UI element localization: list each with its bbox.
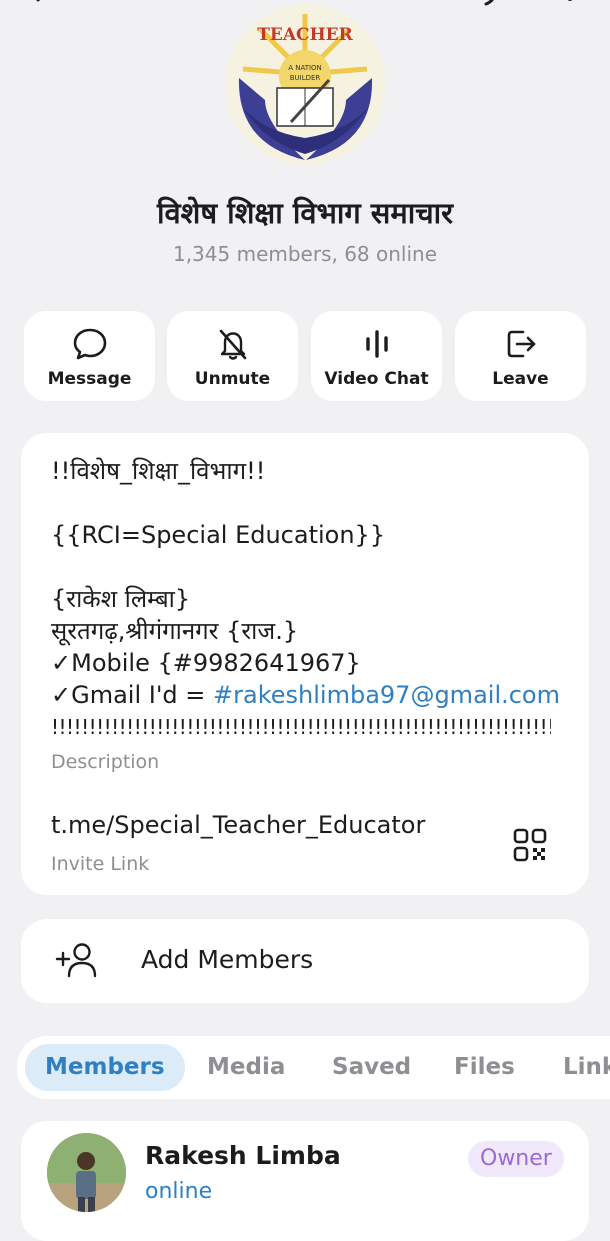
gmail-prefix: ✓Gmail I'd = [51, 681, 214, 709]
tab-media[interactable]: Media [207, 1044, 285, 1091]
logo-line2-text: BUILDER [290, 74, 321, 82]
exit-icon [507, 330, 535, 358]
leave-button[interactable]: Leave [455, 311, 586, 401]
tab-links[interactable]: Links [563, 1044, 610, 1091]
bell-off-icon [219, 329, 246, 360]
video-chat-button[interactable]: Video Chat [311, 311, 442, 401]
description-text: !!विशेष_शिक्षा_विभाग!! {{RCI=Special Edu… [51, 455, 571, 743]
video-chat-label: Video Chat [324, 369, 429, 389]
teacher-nation-builder-logo-icon: TEACHER A NATION BUILDER [225, 4, 386, 165]
info-card: !!विशेष_शिक्षा_विभाग!! {{RCI=Special Edu… [21, 433, 589, 895]
member-name: Rakesh Limba [145, 1141, 341, 1170]
description-line: !!!!!!!!!!!!!!!!!!!!!!!!!!!!!!!!!!!!!!!!… [51, 715, 551, 739]
add-members-button[interactable]: Add Members [21, 919, 589, 1003]
message-label: Message [47, 369, 132, 389]
description-line: {राकेश लिम्बा} [51, 585, 191, 613]
leave-label: Leave [492, 369, 549, 389]
group-title: विशेष शिक्षा विभाग समाचार [156, 196, 454, 230]
audio-bars-icon [365, 330, 388, 358]
logo-teacher-text: TEACHER [257, 25, 353, 45]
logo-line1-text: A NATION [288, 64, 322, 72]
more-menu-icon[interactable] [560, 0, 580, 8]
call-icon[interactable] [484, 0, 500, 8]
description-line: !!विशेष_शिक्षा_विभाग!! [51, 457, 266, 485]
member-photo-icon [47, 1133, 126, 1212]
email-hashtag-link[interactable]: #rakeshlimba97@gmail.com [213, 681, 560, 709]
tab-files[interactable]: Files [454, 1044, 515, 1091]
add-person-icon [55, 943, 97, 978]
description-line: {{RCI=Special Education}} [51, 521, 386, 549]
qr-code-icon[interactable] [512, 827, 548, 863]
profile-tabs: Members Media Saved Files Links [17, 1036, 610, 1099]
invite-link-label: Invite Link [51, 853, 150, 875]
add-members-label: Add Members [141, 945, 314, 974]
group-avatar[interactable]: TEACHER A NATION BUILDER [225, 4, 386, 165]
invite-link[interactable]: t.me/Special_Teacher_Educator [51, 811, 425, 839]
tab-members[interactable]: Members [25, 1044, 185, 1091]
description-line: ✓Mobile {#9982641967} [51, 649, 361, 677]
message-bubble-icon [73, 328, 106, 360]
unmute-label: Unmute [194, 369, 271, 389]
unmute-button[interactable]: Unmute [167, 311, 298, 401]
group-member-count: 1,345 members, 68 online [172, 242, 438, 266]
avatar [47, 1133, 126, 1212]
list-item[interactable]: Rakesh Limba online Owner [21, 1121, 589, 1241]
member-status: online [145, 1179, 213, 1204]
status-badge: Owner [468, 1141, 564, 1177]
back-arrow-icon[interactable] [32, 0, 52, 10]
message-button[interactable]: Message [24, 311, 155, 401]
description-line: ✓Gmail I'd = #rakeshlimba97@gmail.com [51, 679, 571, 711]
description-label: Description [51, 751, 160, 773]
tab-saved[interactable]: Saved [332, 1044, 411, 1091]
action-bar: Message Unmute Video Chat Leave [24, 311, 586, 401]
description-line: सूरतगढ़,श्रीगंगानगर {राज.} [51, 617, 299, 645]
